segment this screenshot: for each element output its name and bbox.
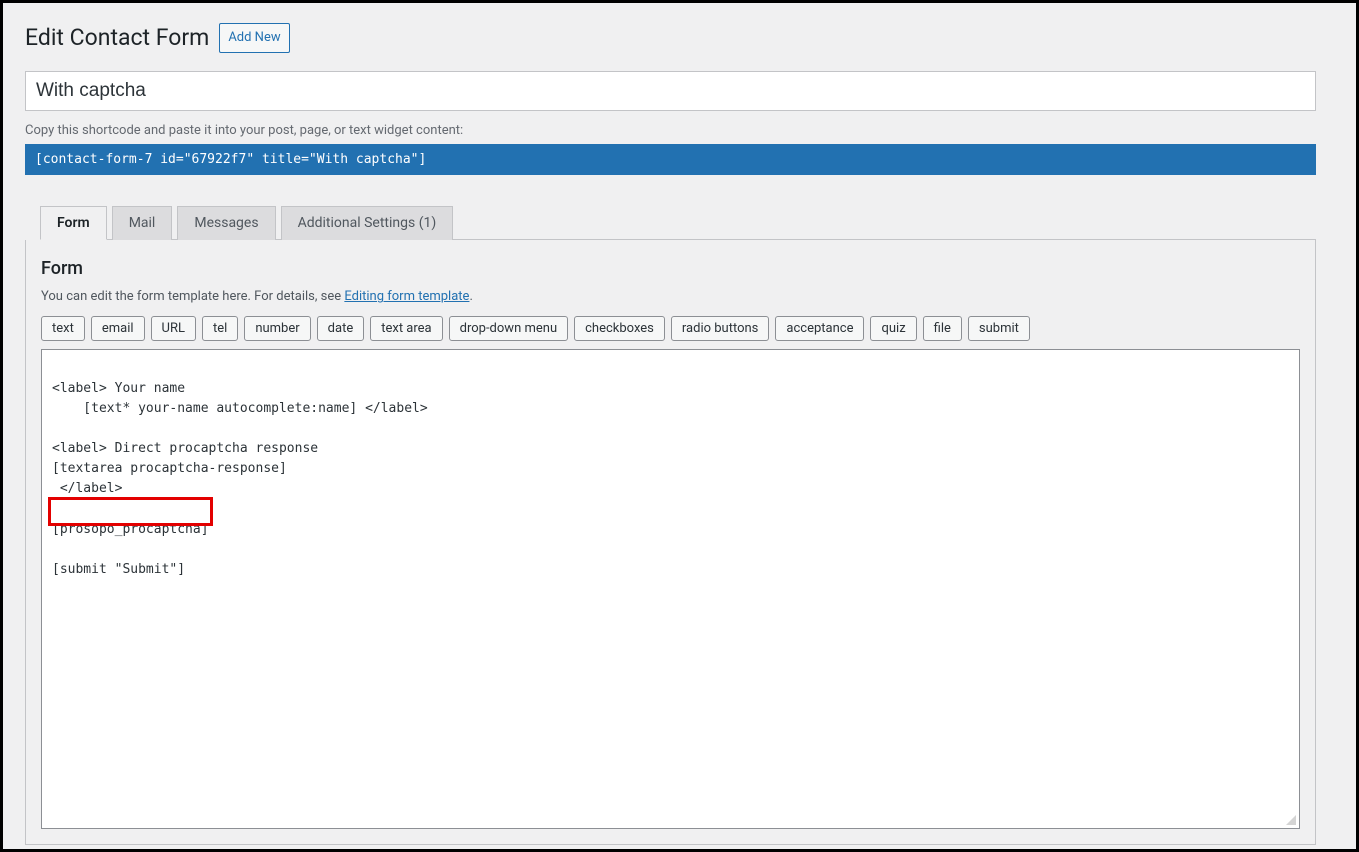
tag-btn-quiz[interactable]: quiz: [870, 316, 916, 341]
tab-form[interactable]: Form: [40, 206, 107, 240]
tab-additional-settings[interactable]: Additional Settings (1): [281, 206, 454, 240]
resize-handle-icon[interactable]: [1286, 815, 1296, 825]
tag-btn-file[interactable]: file: [923, 316, 962, 341]
tag-btn-submit[interactable]: submit: [968, 316, 1030, 341]
shortcode-display[interactable]: [contact-form-7 id="67922f7" title="With…: [25, 144, 1316, 175]
form-hint-link[interactable]: Editing form template: [344, 289, 469, 304]
tag-btn-url[interactable]: URL: [151, 316, 196, 341]
tag-btn-email[interactable]: email: [91, 316, 145, 341]
editor-line: [text* your-name autocomplete:name] </la…: [52, 401, 428, 416]
editor-line: [textarea procaptcha-response]: [52, 461, 287, 476]
editor-line: <label> Your name: [52, 381, 185, 396]
editor-line: <label> Direct procaptcha response: [52, 441, 318, 456]
form-section-heading: Form: [41, 258, 1300, 279]
tag-btn-date[interactable]: date: [317, 316, 365, 341]
tag-btn-textarea[interactable]: text area: [370, 316, 442, 341]
tag-btn-checkboxes[interactable]: checkboxes: [574, 316, 665, 341]
form-title-input[interactable]: [25, 71, 1316, 112]
highlight-annotation: [prosopo_procaptcha]: [48, 497, 213, 525]
tag-btn-text[interactable]: text: [41, 316, 85, 341]
tag-btn-number[interactable]: number: [244, 316, 310, 341]
page-header: Edit Contact Form Add New: [25, 23, 1316, 53]
tab-mail[interactable]: Mail: [112, 206, 173, 240]
tab-bar: Form Mail Messages Additional Settings (…: [40, 205, 1316, 240]
editor-line: </label>: [52, 481, 122, 496]
page-title: Edit Contact Form: [25, 23, 209, 53]
form-hint: You can edit the form template here. For…: [41, 289, 1300, 304]
editor-line: [submit "Submit"]: [52, 562, 185, 577]
add-new-button[interactable]: Add New: [219, 23, 289, 53]
form-hint-suffix: .: [469, 289, 472, 304]
shortcode-hint-text: Copy this shortcode and paste it into yo…: [25, 123, 1316, 138]
form-hint-prefix: You can edit the form template here. For…: [41, 289, 344, 304]
tag-btn-radio[interactable]: radio buttons: [671, 316, 770, 341]
tab-messages[interactable]: Messages: [177, 206, 275, 240]
tag-btn-tel[interactable]: tel: [202, 316, 238, 341]
form-panel: Form You can edit the form template here…: [25, 240, 1316, 845]
tag-btn-acceptance[interactable]: acceptance: [775, 316, 864, 341]
tag-button-row: text email URL tel number date text area…: [41, 316, 1300, 341]
tag-btn-dropdown[interactable]: drop-down menu: [449, 316, 568, 341]
form-template-editor[interactable]: <label> Your name [text* your-name autoc…: [41, 349, 1300, 829]
